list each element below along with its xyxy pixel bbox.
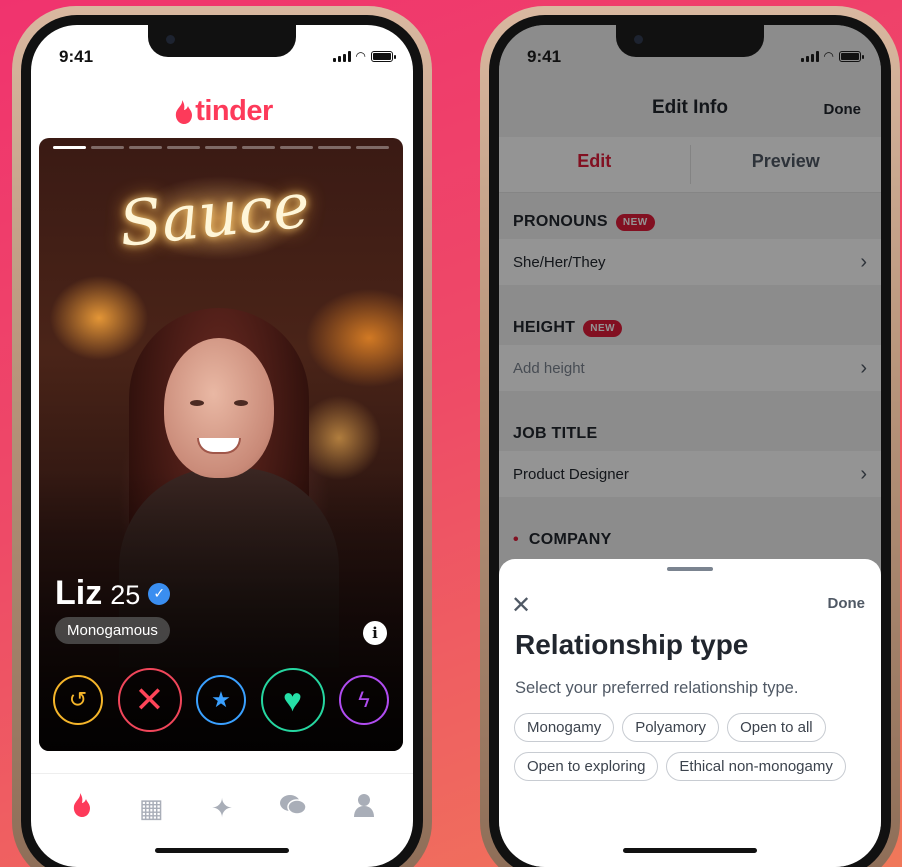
profile-icon xyxy=(353,794,374,817)
tab-profile[interactable] xyxy=(344,792,384,825)
chat-icon xyxy=(279,795,307,815)
info-icon[interactable]: i xyxy=(363,621,387,645)
notch xyxy=(148,25,296,57)
sheet-subtitle: Select your preferred relationship type. xyxy=(515,679,799,697)
notch xyxy=(616,25,764,57)
photo-progress xyxy=(53,146,390,149)
status-time: 9:41 xyxy=(59,47,94,66)
explore-grid-icon: ▦ xyxy=(138,793,164,823)
sheet-title: Relationship type xyxy=(515,629,749,660)
relationship-tag: Monogamous xyxy=(55,617,170,644)
superlike-button[interactable]: ★ xyxy=(196,675,246,725)
chip-ethical-non-monogamy[interactable]: Ethical non-monogamy xyxy=(666,752,846,781)
tab-bar: ▦ ✦ xyxy=(31,773,413,843)
boost-button[interactable]: ϟ xyxy=(339,675,389,725)
like-button[interactable]: ♥ xyxy=(260,668,325,732)
photo-indicator[interactable] xyxy=(90,146,124,149)
camera-icon xyxy=(166,35,175,44)
profile-age: 25 xyxy=(110,580,141,610)
photo-indicator[interactable] xyxy=(166,146,200,149)
photo-indicator[interactable] xyxy=(204,146,238,149)
tinder-screen: 9:41 ◠ tinder Sauce Liz 25 ✓ Monogamous … xyxy=(31,25,413,867)
signal-icon xyxy=(800,50,819,62)
wifi-icon: ◠ xyxy=(355,49,366,63)
verified-check-icon: ✓ xyxy=(148,582,171,605)
chip-open-to-all[interactable]: Open to all xyxy=(727,713,826,742)
relationship-type-sheet: ✕ Done Relationship type Select your pre… xyxy=(499,559,881,867)
signal-icon xyxy=(332,50,351,62)
photo-indicator[interactable] xyxy=(356,146,390,149)
chip-polyamory[interactable]: Polyamory xyxy=(622,713,720,742)
drag-handle[interactable] xyxy=(667,567,713,571)
photo-indicator[interactable] xyxy=(53,146,86,149)
x-icon: ✕ xyxy=(134,679,165,720)
tab-messages[interactable] xyxy=(273,793,313,824)
home-indicator xyxy=(155,848,289,853)
edit-info-screen: 9:41 ◠ Edit Info Done Edit Preview PRONO… xyxy=(499,25,881,867)
nope-button[interactable]: ✕ xyxy=(117,668,182,732)
phone-bezel: 9:41 ◠ tinder Sauce Liz 25 ✓ Monogamous … xyxy=(21,15,423,867)
option-chips: Monogamy Polyamory Open to all Open to e… xyxy=(514,713,867,781)
flame-icon xyxy=(74,793,91,817)
logo-text: tinder xyxy=(195,95,273,127)
photo-indicator[interactable] xyxy=(318,146,352,149)
tab-home[interactable] xyxy=(60,792,100,825)
phone-bezel: 9:41 ◠ Edit Info Done Edit Preview PRONO… xyxy=(489,15,891,867)
rewind-button[interactable]: ↺ xyxy=(53,675,103,725)
photo-indicator[interactable] xyxy=(128,146,162,149)
photo-indicator[interactable] xyxy=(280,146,314,149)
home-indicator xyxy=(623,848,757,853)
star-icon: ★ xyxy=(211,687,231,712)
status-icons: ◠ xyxy=(332,49,396,63)
sparkle-icon: ✦ xyxy=(211,793,233,823)
heart-icon: ♥ xyxy=(283,681,302,718)
neon-sign: Sauce xyxy=(115,168,314,261)
chip-open-to-exploring[interactable]: Open to exploring xyxy=(514,752,659,781)
profile-name: Liz xyxy=(55,574,103,612)
tab-explore[interactable]: ▦ xyxy=(131,793,171,824)
chip-monogamy[interactable]: Monogamy xyxy=(514,713,615,742)
action-bar: ↺ ✕ ★ ♥ ϟ xyxy=(53,668,389,732)
lightning-icon: ϟ xyxy=(358,687,370,712)
photo-indicator[interactable] xyxy=(242,146,276,149)
close-icon[interactable]: ✕ xyxy=(511,591,531,620)
phone-left: 9:41 ◠ tinder Sauce Liz 25 ✓ Monogamous … xyxy=(12,6,432,867)
status-time: 9:41 xyxy=(527,47,562,66)
profile-card[interactable]: Sauce Liz 25 ✓ Monogamous i ↺ ✕ ★ ♥ ϟ xyxy=(39,138,403,751)
tinder-logo: tinder xyxy=(31,95,413,128)
wifi-icon: ◠ xyxy=(823,49,834,63)
battery-icon xyxy=(839,50,864,62)
tab-gold[interactable]: ✦ xyxy=(202,793,242,824)
status-icons: ◠ xyxy=(800,49,864,63)
sheet-done-button[interactable]: Done xyxy=(828,595,866,612)
battery-icon xyxy=(371,50,396,62)
name-row: Liz 25 ✓ xyxy=(55,574,171,613)
phone-right: 9:41 ◠ Edit Info Done Edit Preview PRONO… xyxy=(480,6,900,867)
rewind-icon: ↺ xyxy=(68,687,88,712)
flame-icon xyxy=(176,99,193,124)
camera-icon xyxy=(634,35,643,44)
